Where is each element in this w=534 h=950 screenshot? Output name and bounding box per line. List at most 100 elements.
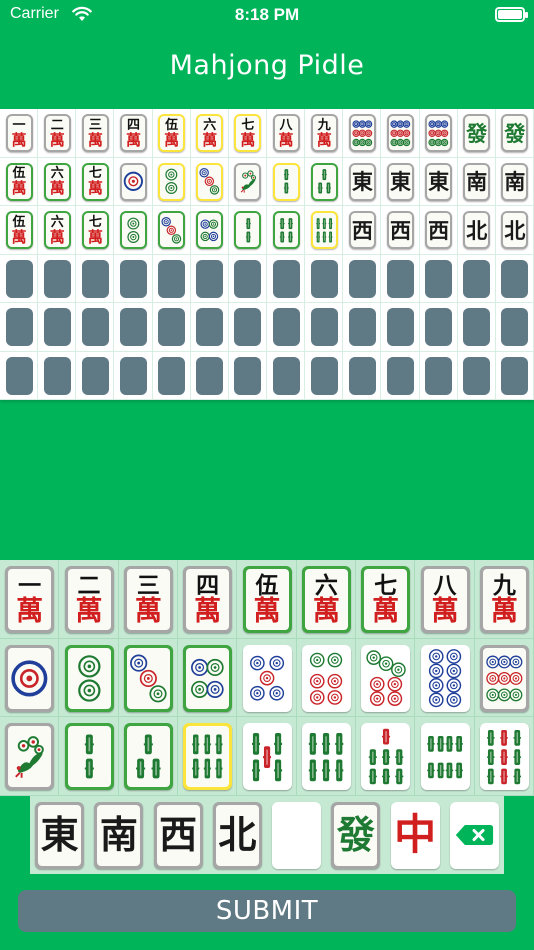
tile-number-label: 六	[314, 571, 338, 599]
tile-sou-3[interactable]	[123, 723, 173, 791]
bamboo-icon	[304, 727, 348, 787]
tile-man-2[interactable]: 二萬	[64, 565, 114, 633]
empty-slot	[81, 259, 109, 298]
honor-character: 發	[466, 120, 488, 146]
tile-pin-5[interactable]	[242, 644, 292, 712]
tile-honor[interactable]: 東	[35, 801, 85, 869]
tile-sou-8[interactable]	[420, 723, 470, 791]
circles-icon	[364, 648, 408, 708]
bamboo-icon	[70, 729, 109, 784]
guess-board: 一萬二萬三萬四萬伍萬六萬七萬八萬九萬發發伍萬六萬七萬東東東南南伍萬六萬七萬西西西…	[0, 109, 534, 400]
tile-pin-7[interactable]	[361, 644, 411, 712]
circles-icon	[161, 215, 182, 246]
tile-number-label: 一	[12, 117, 26, 133]
empty-slot	[5, 308, 33, 347]
tile-pin-2	[158, 162, 186, 201]
tile-number-label: 三	[136, 571, 160, 599]
tile-man-1[interactable]: 一萬	[5, 565, 55, 633]
tile-man-9[interactable]: 九萬	[479, 565, 529, 633]
tile-sou-2	[234, 211, 262, 250]
tile-number-label: 二	[77, 571, 101, 599]
tile-pin-9	[425, 114, 453, 153]
empty-slot	[272, 308, 300, 347]
man-character: 萬	[202, 130, 218, 149]
tile-sou-7[interactable]	[361, 723, 411, 791]
circles-icon	[161, 166, 182, 197]
empty-slot	[5, 259, 33, 298]
tile-honor: 東	[348, 162, 376, 201]
tile-pin-4	[196, 211, 224, 250]
tile-sou-2[interactable]	[64, 723, 114, 791]
tile-sou-6[interactable]	[301, 723, 351, 791]
empty-slot	[120, 356, 147, 395]
empty-slot	[501, 308, 529, 347]
tile-pin-2[interactable]	[64, 644, 114, 712]
man-character: 萬	[134, 595, 162, 627]
man-character: 萬	[312, 595, 340, 627]
tile-sou-1	[234, 162, 262, 201]
tile-man-4[interactable]: 四萬	[183, 565, 233, 633]
honor-key-row: 東南西北 發中	[30, 796, 504, 874]
empty-slot	[387, 356, 414, 395]
tile-man-7: 七萬	[234, 114, 262, 153]
bamboo-icon	[423, 727, 467, 787]
empty-slot	[196, 259, 224, 298]
empty-slot	[387, 259, 414, 298]
tile-number-label: 九	[317, 117, 331, 133]
man-character: 萬	[316, 130, 332, 149]
circles-icon	[199, 166, 220, 197]
tile-pin-1[interactable]	[5, 644, 55, 712]
tile-sou-1[interactable]	[5, 723, 55, 791]
tile-sou-9[interactable]	[479, 723, 529, 791]
clock: 8:18 PM	[234, 5, 300, 24]
tile-honor[interactable]: 南	[94, 801, 144, 869]
circles-icon	[10, 651, 49, 706]
tile-number-label: 三	[88, 117, 102, 133]
tile-pin-9[interactable]	[479, 644, 529, 712]
empty-slot	[425, 356, 453, 395]
tile-man-5: 伍萬	[158, 114, 186, 153]
tile-sou-5[interactable]	[242, 723, 292, 791]
tile-man-5[interactable]: 伍萬	[242, 565, 292, 633]
man-character: 萬	[164, 130, 180, 149]
tile-honor: 發	[463, 114, 491, 153]
empty-slot	[120, 259, 147, 298]
empty-slot	[387, 308, 414, 347]
tile-honor: 西	[348, 211, 376, 250]
page-title: Mahjong Pidle	[169, 50, 365, 81]
peacock-icon	[238, 166, 259, 197]
honor-character: 西	[351, 217, 373, 243]
tile-man-3[interactable]: 三萬	[123, 565, 173, 633]
man-character: 萬	[49, 130, 65, 149]
tile-honor[interactable]: 中	[390, 801, 440, 869]
circles-icon	[123, 215, 144, 246]
tile-honor[interactable]: 發	[331, 801, 381, 869]
tile-number-label: 九	[492, 571, 516, 599]
honor-character: 東	[40, 812, 79, 857]
tile-pin-1	[120, 162, 147, 201]
tile-sou-6[interactable]	[183, 723, 233, 791]
tile-pin-3[interactable]	[123, 644, 173, 712]
empty-slot	[120, 308, 147, 347]
tile-haku-blank[interactable]	[272, 801, 322, 869]
empty-slot	[81, 356, 109, 395]
circles-icon	[123, 166, 144, 197]
tile-man-8[interactable]: 八萬	[420, 565, 470, 633]
tile-pin-8[interactable]	[420, 644, 470, 712]
tile-man-6[interactable]: 六萬	[301, 565, 351, 633]
tile-honor[interactable]: 西	[153, 801, 203, 869]
man-character: 萬	[240, 130, 256, 149]
tile-sou-4	[272, 211, 300, 250]
tile-honor: 西	[425, 211, 453, 250]
empty-slot	[234, 259, 262, 298]
tile-pin-4[interactable]	[183, 644, 233, 712]
honor-character: 南	[504, 169, 526, 195]
man-character: 萬	[87, 179, 103, 198]
empty-slot	[43, 308, 71, 347]
tile-pin-6[interactable]	[301, 644, 351, 712]
tile-man-7[interactable]: 七萬	[361, 565, 411, 633]
honor-character: 北	[504, 217, 526, 243]
tile-honor[interactable]: 北	[212, 801, 262, 869]
submit-button[interactable]: SUBMIT	[18, 890, 516, 932]
backspace-button[interactable]	[449, 801, 499, 869]
